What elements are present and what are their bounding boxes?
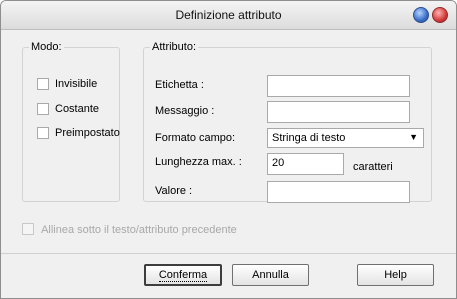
window-title: Definizione attributo (175, 8, 282, 22)
formato-label: Formato campo: (155, 132, 236, 144)
attributo-legend: Attributo: (152, 41, 197, 53)
formato-select[interactable]: Stringa di testo ▼ (267, 128, 424, 148)
costante-checkbox[interactable] (37, 103, 49, 115)
help-label: Help (384, 269, 407, 281)
etichetta-label: Etichetta : (155, 79, 204, 91)
preimpostato-checkbox[interactable] (37, 127, 49, 139)
chevron-down-icon[interactable]: ▼ (409, 132, 418, 142)
etichetta-input[interactable] (267, 75, 410, 97)
allinea-checkbox (22, 223, 34, 236)
dialog-window: Definizione attributo Modo: Invisibile C… (0, 0, 457, 299)
help-button[interactable]: Help (357, 264, 434, 286)
annulla-label: Annulla (252, 269, 289, 281)
annulla-button[interactable]: Annulla (232, 264, 309, 286)
allinea-label: Allinea sotto il testo/attributo precede… (41, 224, 237, 236)
lunghezza-unit: caratteri (353, 161, 393, 173)
invisibile-label: Invisibile (55, 78, 98, 90)
lunghezza-input[interactable]: 20 (267, 153, 344, 175)
footer-divider (1, 253, 456, 254)
minimize-button[interactable] (413, 7, 429, 23)
invisibile-checkbox[interactable] (37, 78, 49, 90)
close-button[interactable] (432, 7, 448, 23)
modo-legend: Modo: (31, 41, 62, 53)
lunghezza-label: Lunghezza max. : (155, 156, 242, 168)
attributo-group: Attributo: Etichetta : Messaggio : Forma… (143, 41, 432, 203)
messaggio-input[interactable] (267, 101, 410, 123)
modo-group: Modo: Invisibile Costante Preimpostato (22, 41, 120, 202)
costante-label: Costante (55, 103, 100, 115)
valore-label: Valore : (155, 185, 193, 197)
conferma-button[interactable]: Conferma (144, 264, 222, 286)
allinea-option: Allinea sotto il testo/attributo precede… (22, 223, 237, 236)
title-bar[interactable]: Definizione attributo (1, 1, 456, 30)
formato-selected-value: Stringa di testo (272, 132, 346, 144)
conferma-label: Conferma (158, 269, 208, 282)
preimpostato-label: Preimpostato (55, 127, 120, 139)
messaggio-label: Messaggio : (155, 105, 215, 117)
valore-input[interactable] (267, 181, 410, 203)
